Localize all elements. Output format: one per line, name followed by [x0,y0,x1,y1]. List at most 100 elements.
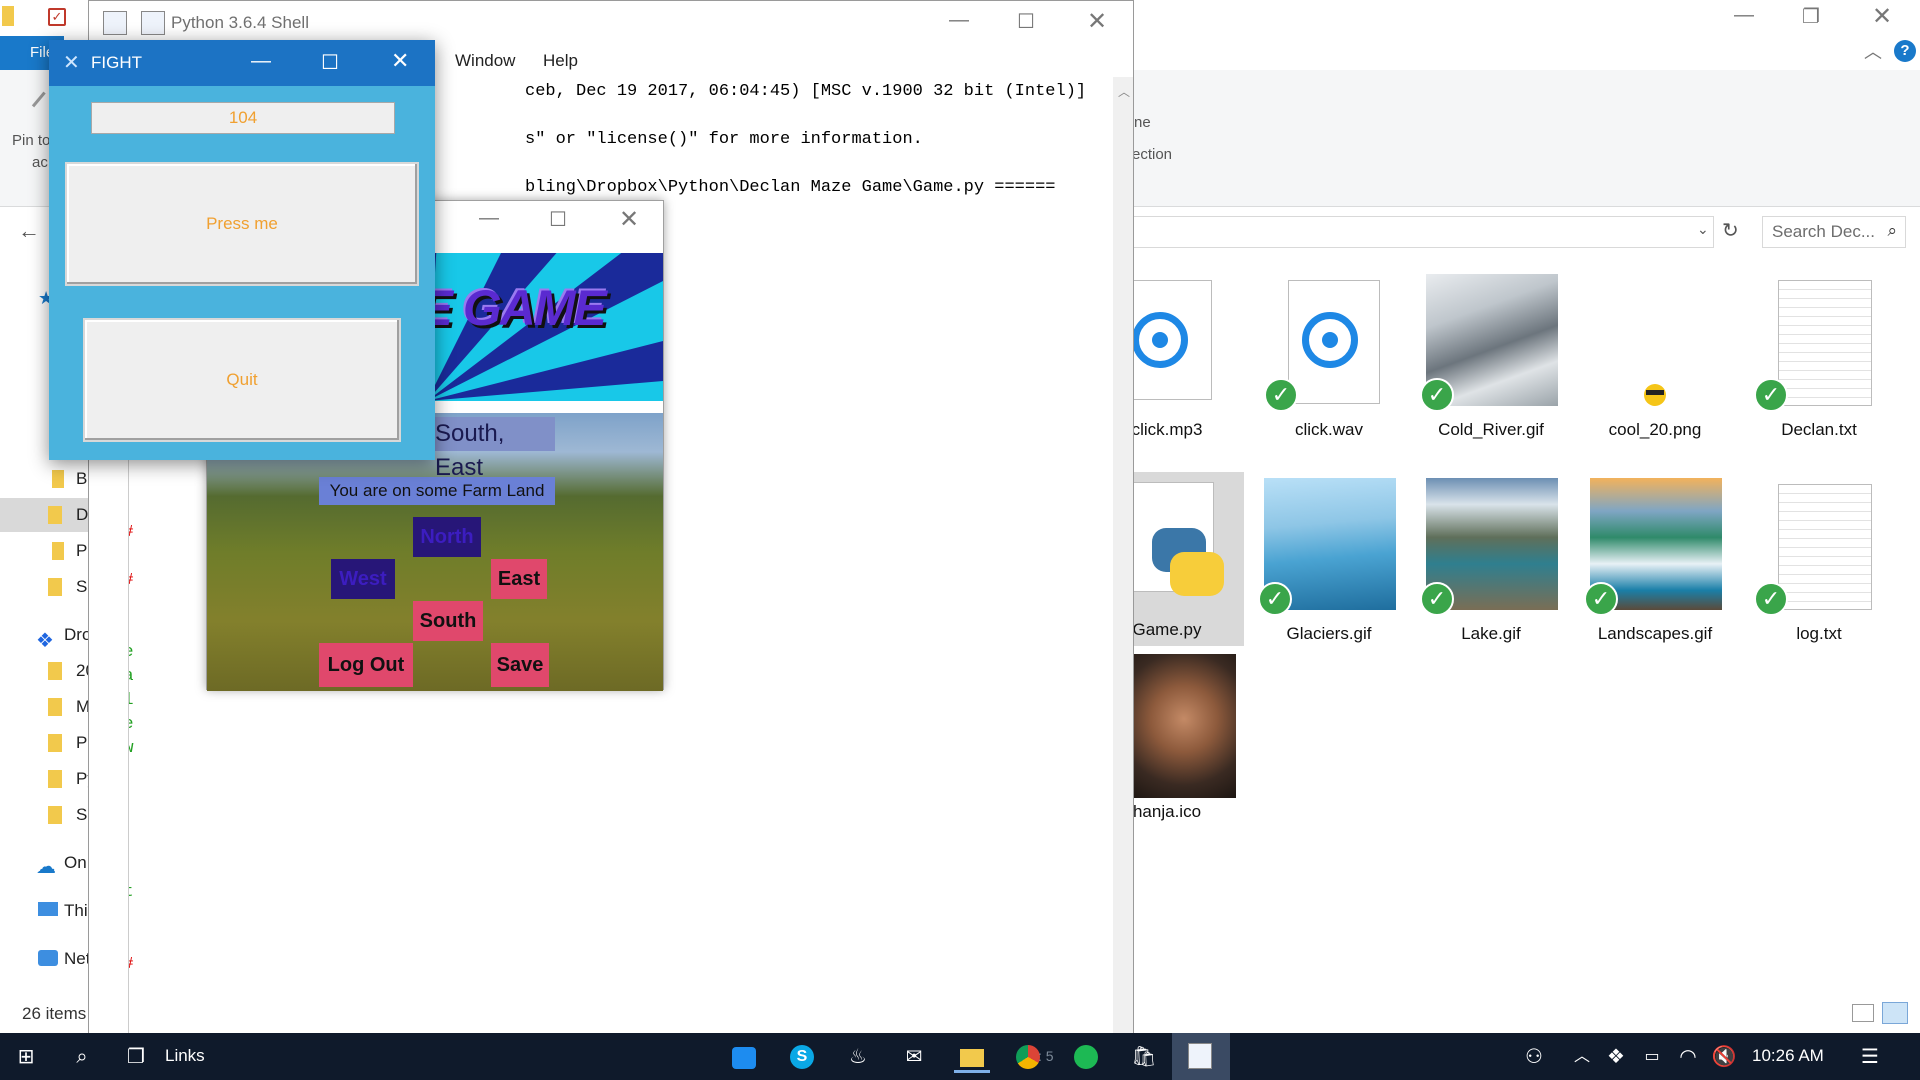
nav-label: Net [64,949,91,968]
file-item[interactable]: ✓ Cold_River.gif [1420,272,1558,468]
file-item[interactable]: ✓ Declan.txt [1754,272,1884,468]
status-item-count: 26 items [22,1004,87,1023]
ribbon-quick-access-label[interactable]: ac [32,154,48,171]
south-button[interactable]: South [413,601,483,641]
north-button[interactable]: North [413,517,481,557]
explorer-restore-button[interactable]: ❐ [1802,4,1820,29]
log-out-button[interactable]: Log Out [319,643,413,687]
chrome-icon[interactable] [1016,1045,1040,1069]
sync-check-icon: ✓ [1264,378,1298,412]
nav-item-bi[interactable]: Bi [0,462,92,496]
game-minimize-button[interactable]: — [479,207,499,230]
refresh-icon[interactable]: ↻ [1722,218,1739,243]
fight-value-entry[interactable]: 104 [91,102,395,134]
show-hidden-icons-icon[interactable]: ︿ [1566,1041,1598,1073]
search-box[interactable]: Search Dec... ⌕ [1762,216,1906,248]
ribbon-fragment-ne[interactable]: ne [1134,114,1151,131]
ribbon-pin-label[interactable]: Pin to [12,132,50,149]
image-thumbnail: ✓ [1584,476,1722,616]
store-bag-icon[interactable]: 🛍 [1128,1041,1160,1073]
fight-close-button[interactable]: ✕ [391,48,409,74]
east-button[interactable]: East [491,559,547,599]
folder-icon [52,470,64,488]
clock-time[interactable]: 10:26 AM [1752,1046,1824,1066]
task-view-icon[interactable]: ❐ [120,1041,152,1073]
nav-item-pl[interactable]: Pl [0,726,92,760]
explorer-close-button[interactable]: ✕ [1872,2,1892,31]
back-arrow-icon[interactable]: ← [18,218,40,244]
file-explorer-icon[interactable] [960,1049,984,1067]
tray-overlap-text: : 5 [1038,1048,1054,1064]
nav-item-onedrive[interactable]: ☁ On [0,846,92,880]
fight-window: ✕ FIGHT — ☐ ✕ 104 Press me Quit [49,40,435,460]
game-maximize-button[interactable]: ☐ [549,207,567,232]
sync-check-icon: ✓ [1420,378,1454,412]
menu-help[interactable]: Help [543,51,578,71]
nav-item-py[interactable]: Py [0,762,92,796]
nav-item-sc[interactable]: Sc [0,570,92,604]
emoji-thumbnail [1590,272,1720,412]
fight-maximize-button[interactable]: ☐ [321,50,339,75]
file-item[interactable]: ✓ Glaciers.gif [1258,476,1396,672]
file-name: Glaciers.gif [1286,624,1372,643]
west-button[interactable]: West [331,559,395,599]
shell-close-button[interactable]: ✕ [1087,7,1107,36]
fight-title: FIGHT [91,53,142,72]
action-center-icon[interactable]: ☰ [1854,1041,1886,1073]
press-me-button[interactable]: Press me [65,162,419,286]
wifi-icon[interactable]: ◠ [1672,1041,1704,1073]
file-item[interactable]: cool_20.png [1590,272,1720,468]
people-icon[interactable]: ⚇ [1518,1041,1550,1073]
direction-label: South, East [433,417,555,481]
nav-item-sc2[interactable]: Sc [0,798,92,832]
properties-check-icon[interactable]: ✓ [48,8,66,26]
spotify-icon[interactable] [1074,1045,1098,1069]
nav-item-this-pc[interactable]: This [0,894,92,928]
game-close-button[interactable]: ✕ [619,205,639,234]
nav-item-m[interactable]: M [0,690,92,724]
help-icon[interactable]: ? [1894,40,1916,62]
active-indicator [954,1070,990,1073]
file-item[interactable]: ✓ Lake.gif [1420,476,1558,672]
scroll-up-icon[interactable]: ︿ [1118,83,1130,100]
collapse-ribbon-chevron-icon[interactable]: ︿ [1864,38,1882,64]
sync-check-icon: ✓ [1754,582,1788,616]
menu-window[interactable]: Window [455,51,515,71]
explorer-minimize-button[interactable]: — [1734,4,1754,27]
nav-item-d[interactable]: D [0,498,92,532]
quit-button[interactable]: Quit [83,318,401,442]
mail-icon[interactable]: ✉ [898,1041,930,1073]
file-item[interactable]: ✓ click.wav [1264,272,1394,468]
large-icons-view-icon[interactable] [1882,1002,1908,1024]
python-shell-icon [1188,1043,1212,1069]
nav-item-network[interactable]: Net [0,942,92,976]
file-item[interactable]: ✓ log.txt [1754,476,1884,672]
address-dropdown-icon[interactable]: ⌄ [1697,221,1709,238]
save-button[interactable]: Save [491,643,549,687]
file-item[interactable]: ✓ Landscapes.gif [1584,476,1722,672]
shell-maximize-button[interactable]: ☐ [1017,9,1035,34]
fight-minimize-button[interactable]: — [251,50,271,73]
details-view-icon[interactable] [1852,1004,1874,1022]
search-icon[interactable]: ⌕ [66,1041,98,1073]
file-name: click.wav [1294,420,1363,439]
shell-minimize-button[interactable]: — [949,9,969,32]
python-taskbar-button[interactable] [1172,1033,1230,1080]
ribbon-fragment-selection[interactable]: ection [1132,146,1172,163]
messenger-icon[interactable] [732,1047,756,1069]
volume-muted-icon[interactable]: 🔇 [1708,1041,1740,1073]
links-toolbar[interactable]: Links [165,1046,205,1066]
synced-folder-icon [48,662,62,680]
nav-item-20[interactable]: 20 [0,654,92,688]
dropbox-tray-icon[interactable]: ❖ [1600,1041,1632,1073]
synced-folder-icon [48,578,62,596]
steam-icon[interactable]: ♨ [842,1041,874,1073]
windows-start-icon[interactable]: ⊞ [10,1041,42,1073]
skype-icon[interactable]: S [790,1045,814,1069]
nav-item-pi[interactable]: Pi [0,534,92,568]
battery-icon[interactable]: ▭ [1636,1041,1668,1073]
nav-item-dropbox[interactable]: ❖ Dro [0,618,92,652]
address-bar[interactable]: ⌄ [1130,216,1714,248]
shell-scrollbar[interactable]: ︿ [1113,77,1133,1035]
file-name: cool_20.png [1608,420,1702,439]
